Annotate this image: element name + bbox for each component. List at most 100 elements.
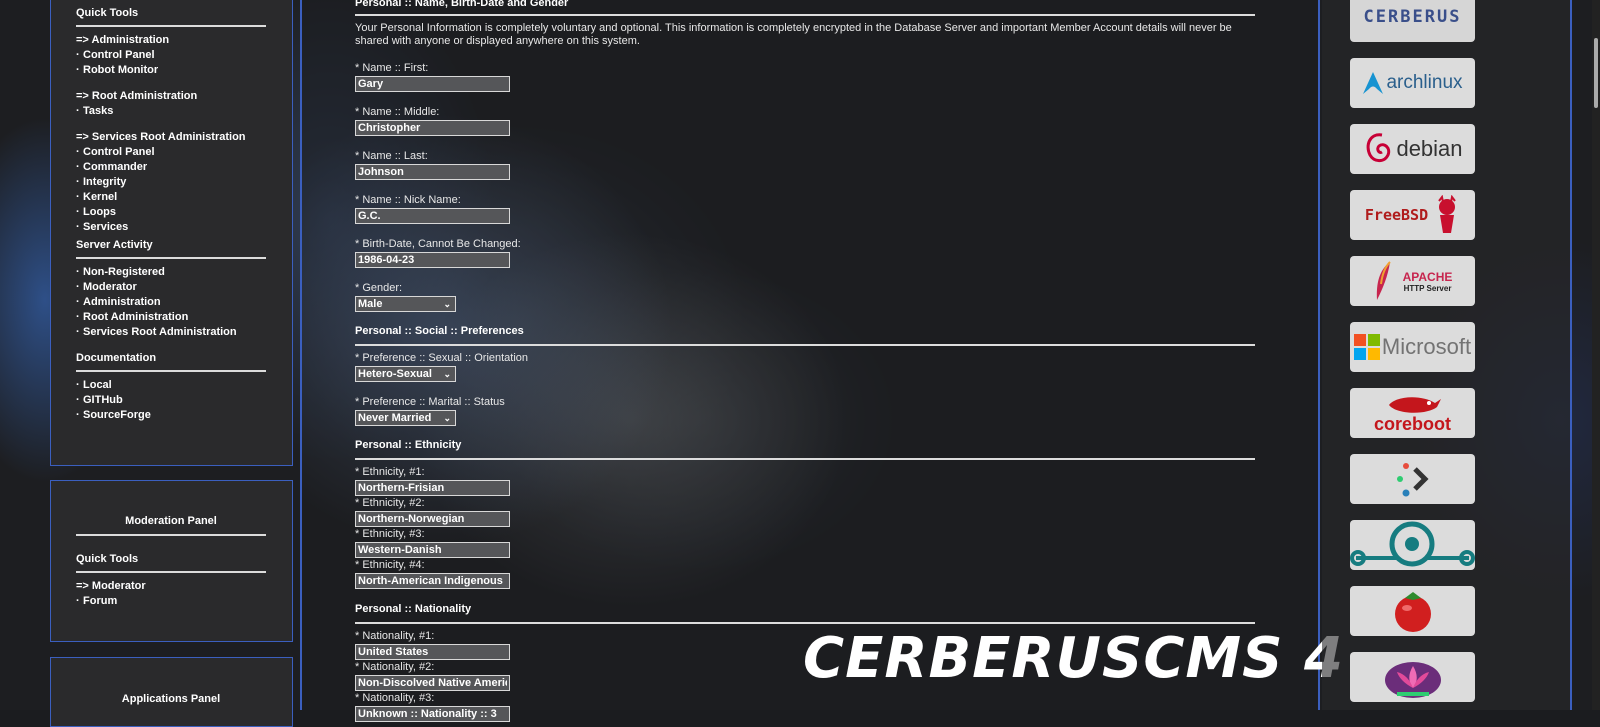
dots-logo[interactable] [1350,454,1475,504]
name-fields: * Name :: First:* Name :: Middle:* Name … [355,62,1255,268]
nationality-input[interactable] [355,675,510,691]
menu-spacer [76,119,266,130]
menu-link[interactable]: · Loops [76,205,266,220]
apache-feather-icon [1376,261,1391,300]
bullet-icon: · [76,281,80,293]
menu-spacer [76,78,266,89]
name-input[interactable] [355,252,510,268]
lineageos-logo[interactable] [1350,520,1475,570]
menu-group-link[interactable]: => Administration [76,33,266,48]
menu-link[interactable]: · Root Administration [76,310,266,325]
arch-icon [1363,72,1384,94]
name-label: * Name :: Last: [355,150,428,162]
marital-select-value: Never Married [358,412,432,424]
name-input[interactable] [355,164,510,180]
lineageos-icon [1350,521,1475,567]
name-label: * Name :: First: [355,62,429,74]
ethnicity-input[interactable] [355,511,510,527]
menu-group-link[interactable]: => Moderator [76,579,266,594]
bullet-icon: · [76,311,80,323]
bullet-icon: · [76,176,80,188]
coreboot-logo[interactable]: coreboot [1350,388,1475,438]
menu-link-label: Tasks [83,105,114,117]
name-field: * Birth-Date, Cannot Be Changed: [355,238,1255,268]
cerberus-logo[interactable]: CERBERUS [1350,0,1475,42]
orientation-select[interactable]: Hetero-Sexual ⌄ [355,366,456,382]
freebsd-logo-text: FreeBSD [1364,206,1429,224]
moderation-panel-title: Moderation Panel [125,515,217,527]
microsoft-windows-icon [1353,334,1380,360]
freebsd-logo[interactable]: FreeBSD [1350,190,1475,240]
apache-logo[interactable]: APACHE HTTP Server [1350,256,1475,306]
bullet-icon: · [76,49,80,61]
menu-link[interactable]: · Tasks [76,104,266,119]
nationality-input[interactable] [355,644,510,660]
divider [76,370,266,372]
name-label: * Name :: Nick Name: [355,194,461,206]
menu-link[interactable]: · Services Root Administration [76,325,266,340]
menu-link-label: Root Administration [83,311,189,323]
bullet-icon: · [76,296,80,308]
bullet-icon: · [76,146,80,158]
archlinux-logo[interactable]: archlinux [1350,58,1475,108]
menu-link[interactable]: · Integrity [76,175,266,190]
lotus-logo[interactable] [1350,652,1475,702]
menu-link[interactable]: · Local [76,378,266,393]
orientation-select-value: Hetero-Sexual [358,368,432,380]
section-title-name: Personal :: Name, Birth-Date and Gender [355,0,569,9]
name-field: * Name :: Middle: [355,106,1255,136]
bullet-icon: · [76,191,80,203]
documentation-list: · Local · GITHub · SourceForge [76,378,266,423]
name-input[interactable] [355,208,510,224]
menu-link-label: Forum [83,595,118,607]
moderation-tools-list: => Moderator · Forum [76,579,266,609]
dots-chevron-icon [1396,463,1429,497]
menu-link-label: Robot Monitor [83,64,159,76]
name-input[interactable] [355,76,510,92]
menu-link[interactable]: · Robot Monitor [76,63,266,78]
applications-panel-title: Applications Panel [121,693,221,705]
divider [355,622,1255,624]
debian-logo[interactable]: debian [1350,124,1475,174]
menu-link-label: Kernel [83,191,118,203]
menu-link[interactable]: · Non-Registered [76,265,266,280]
microsoft-logo[interactable]: Microsoft [1350,322,1475,372]
bullet-icon: · [76,409,80,421]
marital-select[interactable]: Never Married ⌄ [355,410,456,426]
tomato-logo[interactable] [1350,586,1475,636]
menu-link[interactable]: · SourceForge [76,408,266,423]
menu-link[interactable]: · Control Panel [76,48,266,63]
menu-link[interactable]: · Administration [76,295,266,310]
bsd-daemon-icon [1438,195,1456,233]
bullet-icon: · [76,326,80,338]
archlinux-logo-text: archlinux [1386,72,1463,93]
menu-link[interactable]: · Kernel [76,190,266,205]
nationality-field: * Nationality, #3: [355,692,1255,722]
name-input[interactable] [355,120,510,136]
menu-link[interactable]: · Control Panel [76,145,266,160]
ethnicity-input[interactable] [355,542,510,558]
menu-link[interactable]: · Commander [76,160,266,175]
menu-link-label: Moderator [83,281,137,293]
ethnicity-fields: * Ethnicity, #1: * Ethnicity, #2: * Ethnic… [355,466,1255,589]
name-label: * Name :: Middle: [355,106,440,118]
page-scrollbar[interactable] [1592,0,1600,710]
menu-group-link[interactable]: => Root Administration [76,89,266,104]
ethnicity-input[interactable] [355,573,510,589]
name-field: * Name :: Last: [355,150,1255,180]
menu-link[interactable]: · GITHub [76,393,266,408]
privacy-notice: Your Personal Information is completely … [355,22,1232,47]
nationality-input[interactable] [355,706,510,722]
menu-link[interactable]: · Forum [76,594,266,609]
ethnicity-input[interactable] [355,480,510,496]
bullet-icon: · [76,595,80,607]
gender-select[interactable]: Male ⌄ [355,296,456,312]
menu-link[interactable]: · Moderator [76,280,266,295]
divider [355,14,1255,16]
menu-link[interactable]: · Services [76,220,266,235]
menu-group-link[interactable]: => Services Root Administration [76,130,266,145]
scrollbar-thumb[interactable] [1594,38,1598,108]
bullet-icon: · [76,105,80,117]
ethnicity-label: * Ethnicity, #2: [355,497,425,509]
bullet-icon: · [76,221,80,233]
